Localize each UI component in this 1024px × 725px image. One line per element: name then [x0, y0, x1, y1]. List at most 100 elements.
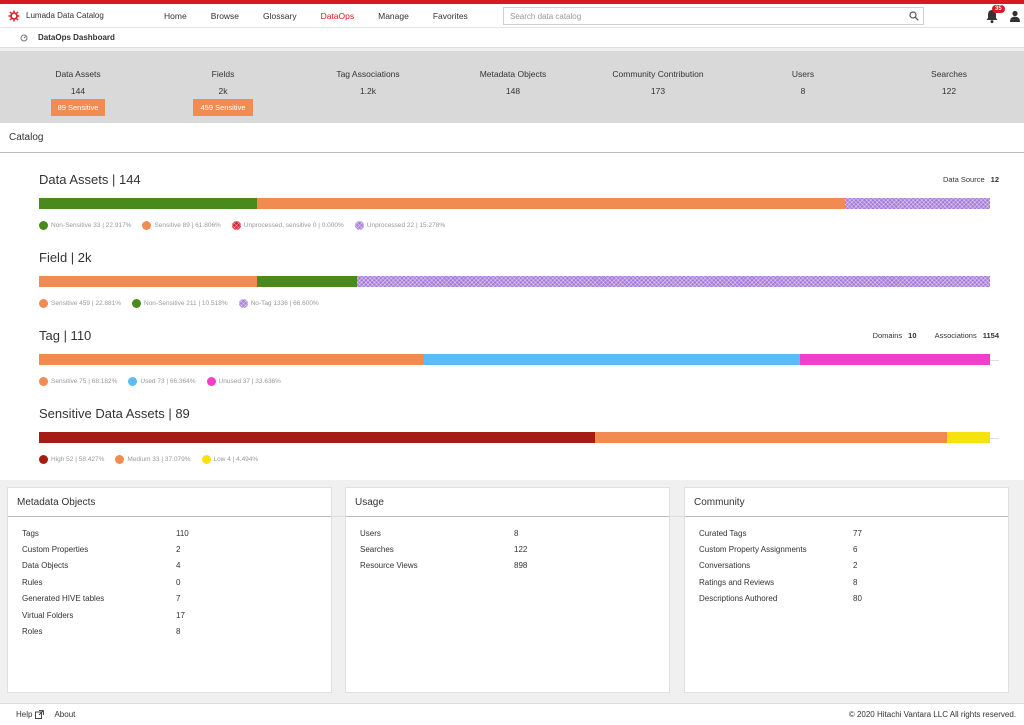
sensitive-assets-bar — [39, 432, 990, 443]
nav-manage[interactable]: Manage — [366, 4, 421, 28]
stat-value: 1.2k — [359, 86, 377, 96]
tag-section: Tag | 110 Domains 10 Associations 1154 Sen… — [39, 328, 999, 398]
nav-favorites[interactable]: Favorites — [421, 4, 480, 28]
row-value: 80 — [853, 594, 862, 604]
row-label: Custom Property Assignments — [699, 545, 807, 555]
stat-tag-associations[interactable]: Tag Associations 1.2k — [303, 69, 433, 96]
data-assets-section: Data Assets | 144 Data Source 12 Non-Sens… — [39, 172, 999, 242]
data-assets-bar — [39, 198, 990, 209]
row-value: 0 — [176, 577, 181, 587]
bar-segment[interactable] — [39, 198, 257, 209]
legend-item[interactable]: Non-Sensitive 211 | 10.518% — [132, 299, 228, 308]
legend-item[interactable]: Unused 37 | 33.636% — [206, 377, 281, 386]
catalog-title: Catalog — [0, 123, 1024, 153]
stat-community-contribution[interactable]: Community Contribution 173 — [593, 69, 723, 96]
nav-home[interactable]: Home — [152, 4, 199, 28]
bar-segment[interactable] — [39, 432, 595, 443]
row-value: 2 — [176, 545, 181, 555]
row-label: Descriptions Authored — [699, 594, 778, 604]
tag-legend: Sensitive 75 | 68.182% Used 73 | 66.364% U… — [39, 377, 292, 386]
bar-segment[interactable] — [947, 432, 990, 443]
legend-item[interactable]: No-Tag 1336 | 66.600% — [238, 299, 319, 308]
bar-segment[interactable] — [356, 276, 990, 287]
data-source-label: Data Source — [942, 175, 985, 184]
stat-row: Generated HIVE tables 7 — [8, 591, 331, 607]
footer: Help About © 2020 Hitachi Vantara LLC Al… — [0, 703, 1024, 725]
legend-label: Unprocessed, sensitive 0 | 0.000% — [243, 222, 344, 229]
legend-swatch — [231, 221, 241, 230]
bar-segment[interactable] — [424, 354, 800, 365]
legend-item[interactable]: Sensitive 75 | 68.182% — [39, 377, 117, 386]
associations-value: 1154 — [982, 331, 999, 340]
external-link-icon — [35, 710, 45, 719]
metadata-objects-panel: Metadata Objects Tags 110 Custom Propertie… — [7, 487, 332, 693]
stat-fields[interactable]: Fields 2k 459 Sensitive — [158, 69, 288, 116]
tag-summary: Domains 10 Associations 1154 — [873, 331, 999, 340]
legend-swatch — [39, 299, 48, 308]
sensitive-badge[interactable]: 459 Sensitive — [193, 99, 253, 116]
row-value: 17 — [176, 610, 185, 620]
about-link[interactable]: About — [54, 710, 75, 719]
bar-segment[interactable] — [594, 432, 948, 443]
legend-item[interactable]: Non-Sensitive 33 | 22.917% — [39, 221, 131, 230]
panel-title: Usage — [346, 488, 669, 517]
row-label: Custom Properties — [22, 545, 89, 555]
legend-item[interactable]: Medium 33 | 37.079% — [115, 455, 191, 464]
user-icon[interactable] — [1009, 10, 1021, 22]
top-navbar: Lumada Data Catalog Home Browse Glossary… — [0, 0, 1024, 28]
search-icon[interactable] — [905, 8, 923, 24]
legend-item[interactable]: Sensitive 89 | 61.806% — [142, 221, 221, 230]
stat-data-assets[interactable]: Data Assets 144 89 Sensitive — [13, 69, 143, 116]
legend-item[interactable]: High 52 | 58.427% — [39, 455, 104, 464]
legend-swatch — [206, 377, 216, 386]
bar-segment[interactable] — [39, 276, 257, 287]
bar-segment[interactable] — [256, 198, 845, 209]
help-link[interactable]: Help — [16, 710, 45, 719]
stats-strip: Data Assets 144 89 Sensitive Fields 2k 4… — [0, 51, 1024, 123]
stat-label: Data Assets — [55, 69, 101, 79]
row-label: Data Objects — [22, 561, 69, 571]
stat-row: Tags 110 — [8, 525, 331, 541]
nav-dataops[interactable]: DataOps — [308, 0, 367, 28]
stat-users[interactable]: Users 8 — [738, 69, 868, 96]
data-source-value: 12 — [990, 175, 999, 184]
legend-item[interactable]: Low 4 | 4.494% — [201, 455, 258, 464]
search-input[interactable] — [504, 11, 905, 21]
community-panel: Community Curated Tags 77 Custom Property … — [684, 487, 1009, 693]
brand[interactable]: Lumada Data Catalog — [0, 10, 150, 22]
bar-segment[interactable] — [844, 198, 990, 209]
stat-value: 144 — [70, 86, 86, 96]
sensitive-assets-legend: High 52 | 58.427% Medium 33 | 37.079% Low … — [39, 455, 269, 464]
legend-item[interactable]: Unprocessed, sensitive 0 | 0.000% — [231, 221, 344, 230]
notification-count-badge: 35 — [992, 5, 1005, 13]
legend-item[interactable]: Sensitive 459 | 22.881% — [39, 299, 121, 308]
sensitive-assets-section: Sensitive Data Assets | 89 High 52 | 58.… — [39, 406, 999, 476]
field-bar — [39, 276, 990, 287]
legend-swatch — [39, 221, 48, 230]
row-label: Ratings and Reviews — [699, 577, 775, 587]
bar-segment[interactable] — [256, 276, 357, 287]
stat-metadata-objects[interactable]: Metadata Objects 148 — [448, 69, 578, 96]
legend-item[interactable]: Used 73 | 66.364% — [128, 377, 196, 386]
sensitive-assets-title: Sensitive Data Assets | 89 — [39, 406, 190, 421]
legend-swatch — [142, 221, 152, 230]
nav-glossary[interactable]: Glossary — [251, 4, 309, 28]
row-label: Roles — [22, 627, 43, 637]
row-label: Curated Tags — [699, 528, 747, 538]
data-source-count: Data Source 12 — [943, 175, 999, 184]
stat-label: Users — [791, 69, 815, 79]
stat-value: 122 — [941, 86, 957, 96]
stat-searches[interactable]: Searches 122 — [884, 69, 1014, 96]
stat-row: Custom Property Assignments 6 — [685, 541, 1008, 557]
legend-swatch — [128, 377, 138, 386]
stat-row: Roles 8 — [8, 623, 331, 639]
stat-value: 8 — [800, 86, 806, 96]
app-name: Lumada Data Catalog — [26, 11, 104, 20]
bar-segment[interactable] — [799, 354, 990, 365]
bar-segment[interactable] — [39, 354, 425, 365]
legend-item[interactable]: Unprocessed 22 | 15.278% — [354, 221, 445, 230]
sensitive-badge[interactable]: 89 Sensitive — [50, 99, 106, 116]
legend-label: Sensitive 75 | 68.182% — [51, 378, 118, 385]
nav-browse[interactable]: Browse — [199, 4, 251, 28]
row-value: 2 — [853, 561, 858, 571]
